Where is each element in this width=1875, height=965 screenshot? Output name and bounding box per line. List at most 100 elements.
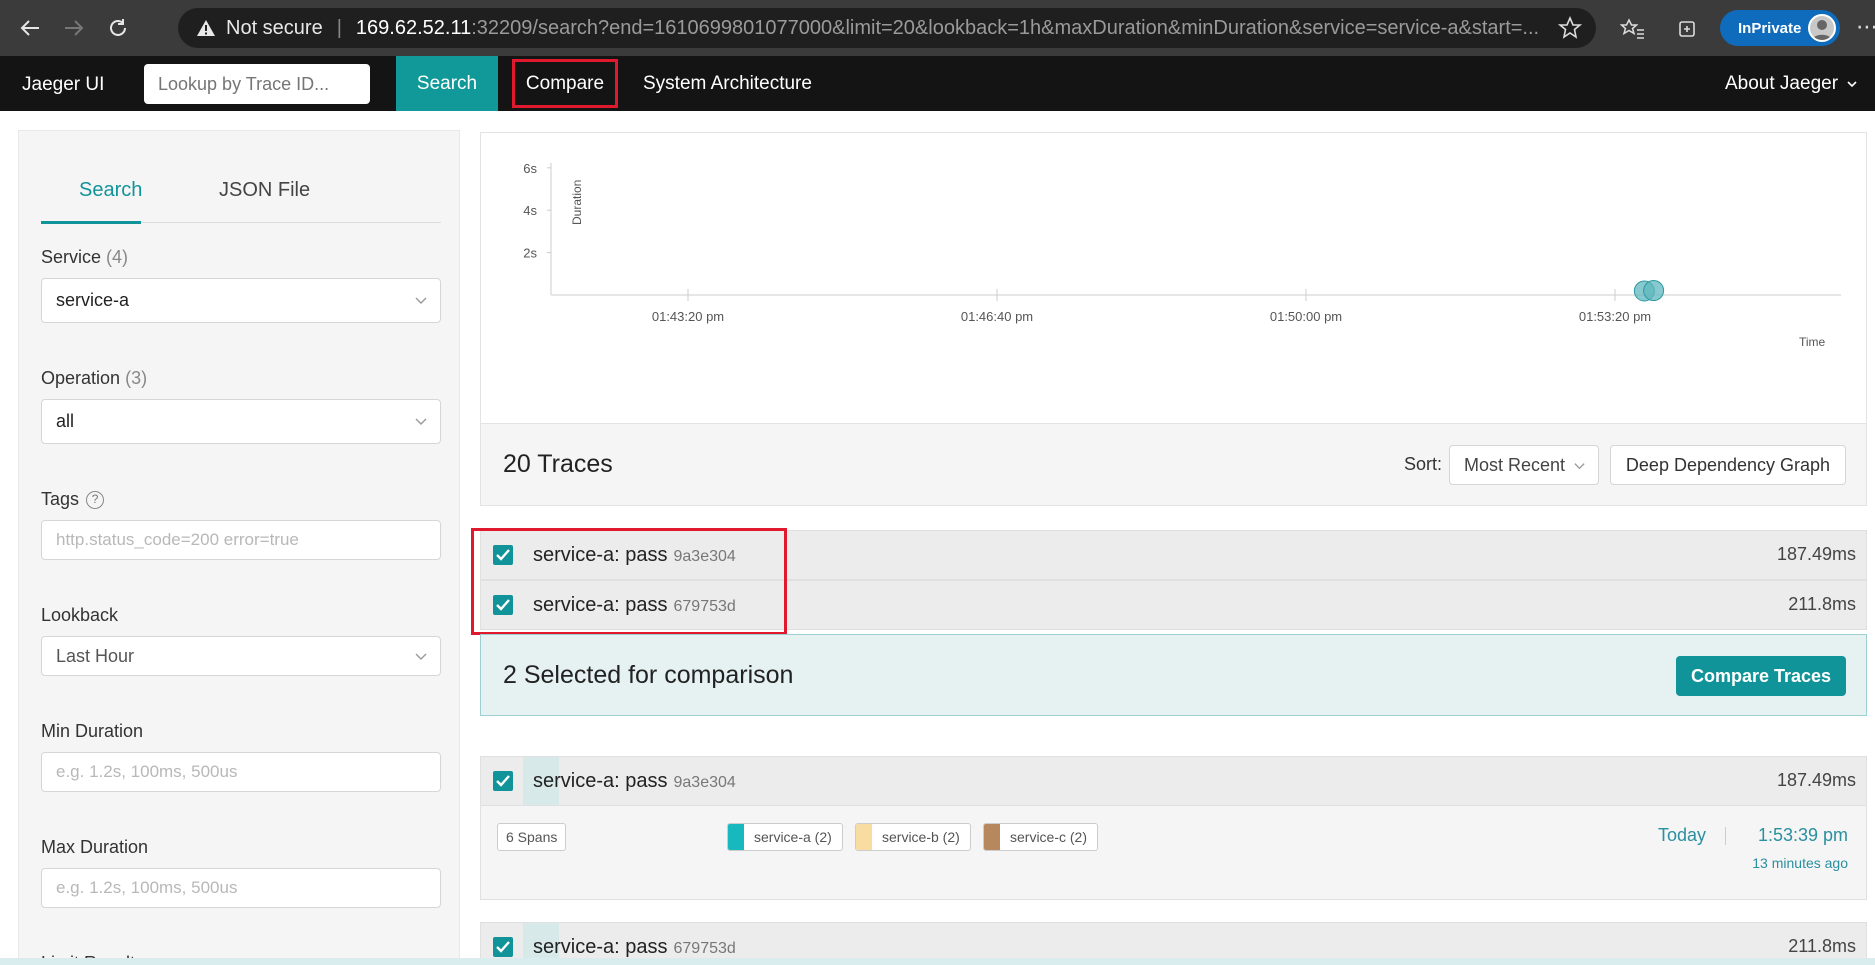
service-label-text: Service: [41, 247, 102, 267]
lookback-value: Last Hour: [56, 645, 135, 666]
trace-scatter-chart: 2s 4s 6s 01:43:20 pm 01:46:40 pm 01:50:00 pm 0…: [391, 132, 1867, 424]
operation-select[interactable]: all: [41, 399, 441, 444]
service-tag: service-c (2): [983, 823, 1099, 851]
min-duration-input[interactable]: e.g. 1.2s, 100ms, 500us: [41, 752, 441, 792]
trace-time: 1:53:39 pm: [1757, 825, 1848, 845]
operation-label: Operation (3): [41, 368, 147, 389]
operation-value: all: [56, 411, 75, 431]
url-host: 169.62.52.11: [355, 16, 472, 39]
y-tick-label: 4s: [523, 203, 537, 218]
max-duration-label: Max Duration: [41, 837, 149, 857]
trace-duration: 187.49ms: [1776, 544, 1856, 564]
chevron-down-icon: [415, 653, 427, 660]
warning-icon: [197, 20, 215, 36]
span-count-badge: 6 Spans: [497, 823, 567, 851]
service-color-swatch: [728, 824, 744, 850]
divider: [1725, 827, 1726, 845]
back-icon[interactable]: [12, 10, 48, 46]
chevron-down-icon: [1574, 463, 1585, 470]
service-label: Service (4): [41, 247, 128, 268]
check-icon: [496, 775, 510, 787]
favorites-icon[interactable]: [1620, 16, 1646, 42]
top-nav: Jaeger UI Search Compare System Architec…: [0, 56, 1875, 111]
chevron-down-icon: [415, 297, 427, 304]
x-tick-label: 01:43:20 pm: [652, 309, 724, 324]
results-header: 20 Traces Sort: Most Recent Deep Depende…: [480, 424, 1867, 506]
service-tag-label: service-c (2): [1010, 829, 1088, 845]
sort-select[interactable]: Most Recent: [1449, 445, 1599, 485]
tab-json-file[interactable]: JSON File: [219, 179, 310, 202]
bottom-strip: [0, 958, 1875, 965]
y-tick-label: 6s: [523, 161, 537, 176]
trace-point[interactable]: [1643, 280, 1665, 302]
trace-card[interactable]: service-a: pass 9a3e304 187.49ms 6 Spans …: [480, 756, 1867, 900]
trace-duration: 211.8ms: [1788, 936, 1856, 956]
results-count: 20 Traces: [503, 450, 613, 478]
tags-label-text: Tags: [41, 489, 80, 509]
tags-label: Tags ?: [41, 489, 105, 510]
trace-id-lookup-input[interactable]: [144, 64, 370, 104]
nav-search[interactable]: Search: [396, 56, 498, 111]
service-color-swatch: [984, 824, 1000, 850]
service-select[interactable]: service-a: [41, 278, 441, 323]
checkbox[interactable]: [493, 937, 513, 957]
search-tabs: Search JSON File: [41, 161, 441, 224]
tab-search[interactable]: Search: [79, 179, 142, 202]
selected-count-text: 2 Selected for comparison: [503, 661, 794, 689]
nav-system-architecture[interactable]: System Architecture: [643, 56, 812, 111]
checkbox[interactable]: [493, 771, 513, 791]
trace-id: 679753d: [673, 940, 736, 957]
refresh-icon[interactable]: [100, 10, 136, 46]
avatar: [1808, 14, 1836, 42]
favorite-star-icon[interactable]: [1558, 16, 1582, 40]
trace-day: Today: [1657, 825, 1706, 845]
chevron-down-icon: [415, 418, 427, 425]
search-panel: Search JSON File Service (4) service-a O…: [18, 130, 460, 965]
nav-compare[interactable]: Compare: [512, 59, 618, 108]
x-tick-label: 01:53:20 pm: [1579, 309, 1651, 324]
compare-traces-button[interactable]: Compare Traces: [1676, 656, 1846, 696]
about-label: About Jaeger: [1725, 72, 1839, 94]
compare-bar: 2 Selected for comparison Compare Traces: [480, 634, 1867, 716]
service-value: service-a: [56, 290, 130, 310]
max-duration-input[interactable]: e.g. 1.2s, 100ms, 500us: [41, 868, 441, 908]
trace-card-header[interactable]: service-a: pass 9a3e304 187.49ms: [480, 756, 1867, 806]
highlight-box: [471, 528, 787, 635]
url-path: :32209/search?end=1610699801077000&limit…: [471, 16, 1540, 39]
inprivate-label: InPrivate: [1738, 19, 1802, 37]
lookback-select[interactable]: Last Hour: [41, 636, 441, 676]
forward-icon[interactable]: [56, 10, 92, 46]
active-tab-indicator: [41, 221, 141, 224]
address-bar[interactable]: Not secure | 169.62.52.11 :32209/search?…: [178, 8, 1596, 48]
trace-id: 9a3e304: [673, 774, 736, 791]
nav-about-jaeger[interactable]: About Jaeger: [1725, 56, 1858, 111]
inprivate-badge[interactable]: InPrivate: [1720, 10, 1840, 46]
operation-label-text: Operation: [41, 368, 121, 388]
deep-dependency-graph-button[interactable]: Deep Dependency Graph: [1610, 445, 1846, 485]
service-color-swatch: [856, 824, 872, 850]
not-secure-label: Not secure: [226, 16, 323, 39]
check-icon: [496, 941, 510, 953]
service-tag: service-a (2): [727, 823, 843, 851]
chevron-down-icon: [1847, 80, 1857, 87]
service-tag: service-b (2): [855, 823, 971, 851]
x-axis-label: Time: [1799, 335, 1826, 349]
min-duration-label: Min Duration: [41, 721, 144, 741]
trace-duration: 211.8ms: [1788, 594, 1856, 614]
help-icon[interactable]: ?: [86, 491, 105, 510]
trace-name: service-a: pass: [533, 770, 668, 792]
y-axis-label: Duration: [570, 180, 584, 225]
trace-title: service-a: pass 679753d: [533, 936, 736, 959]
trace-title: service-a: pass 9a3e304: [533, 770, 736, 793]
brand-logo[interactable]: Jaeger UI: [22, 74, 104, 96]
operation-count: (3): [125, 368, 148, 388]
sort-value: Most Recent: [1464, 454, 1566, 475]
scatter-plot: 2s 4s 6s 01:43:20 pm 01:46:40 pm 01:50:00 pm 0…: [391, 138, 1841, 349]
collections-icon[interactable]: [1674, 16, 1700, 42]
tags-input[interactable]: http.status_code=200 error=true: [41, 520, 441, 560]
more-icon[interactable]: ⋯: [1856, 14, 1875, 40]
service-tag-label: service-b (2): [882, 829, 960, 845]
service-count: (4): [106, 247, 129, 267]
lookback-label: Lookback: [41, 605, 119, 625]
browser-toolbar: Not secure | 169.62.52.11 :32209/search?…: [0, 0, 1875, 56]
